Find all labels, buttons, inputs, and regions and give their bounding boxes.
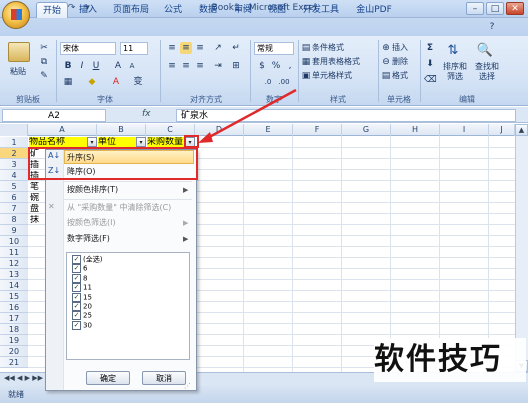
office-button[interactable] [2, 1, 30, 29]
office-logo-icon [11, 9, 22, 20]
watermark: 软件技巧 [374, 338, 526, 382]
